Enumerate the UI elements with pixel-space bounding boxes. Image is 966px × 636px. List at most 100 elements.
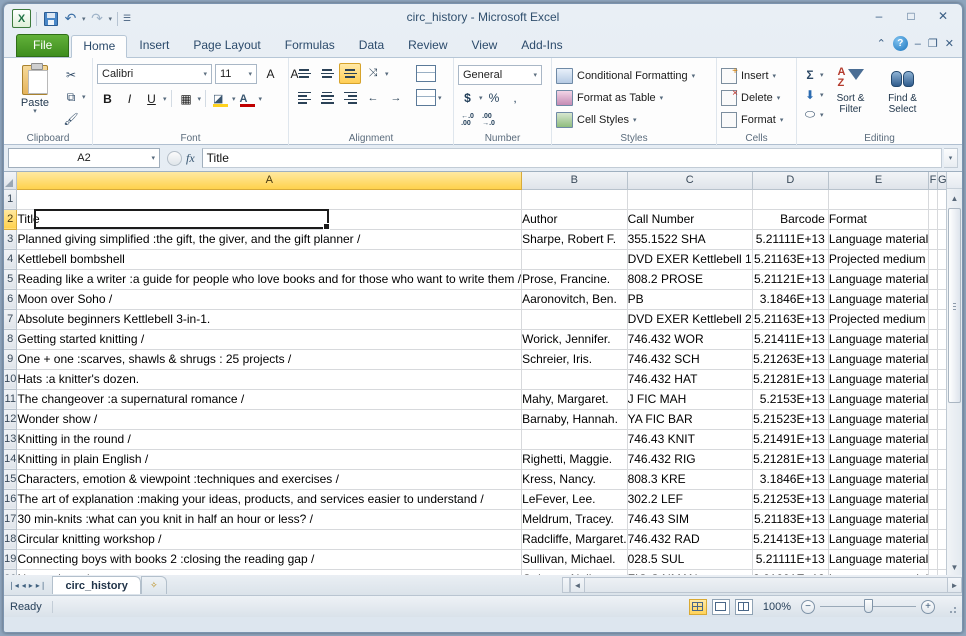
row-header-1[interactable]: 1 [4, 189, 18, 210]
currency-caret-icon[interactable]: ▾ [479, 94, 483, 102]
cell-E12[interactable]: Language material [828, 409, 930, 430]
cell-F11[interactable] [928, 389, 938, 410]
row-header-10[interactable]: 10 [4, 369, 18, 390]
cell-D14[interactable]: 5.21281E+13 [752, 449, 829, 470]
close-button[interactable]: ✕ [932, 8, 954, 24]
row-header-7[interactable]: 7 [4, 309, 18, 330]
insert-function-icon[interactable]: fx [186, 151, 195, 166]
tab-insert[interactable]: Insert [127, 34, 181, 57]
row-header-16[interactable]: 16 [4, 489, 18, 510]
grow-font-icon[interactable]: A [260, 63, 281, 84]
cell-C1[interactable] [627, 189, 753, 210]
cell-B11[interactable]: Mahy, Margaret. [521, 389, 628, 410]
cell-B2[interactable]: Author [521, 209, 628, 230]
paste-caret-icon[interactable]: ▾ [33, 108, 37, 115]
prev-sheet-icon[interactable]: ◂ [22, 581, 26, 590]
cell-A3[interactable]: Planned giving simplified :the gift, the… [16, 229, 523, 250]
cell-E5[interactable]: Language material [828, 269, 930, 290]
column-header-f[interactable]: F [928, 172, 938, 190]
cell-A13[interactable]: Knitting in the round / [16, 429, 523, 450]
underline-caret-icon[interactable]: ▾ [163, 95, 167, 103]
cell-B12[interactable]: Barnaby, Hannah. [521, 409, 628, 430]
cell-B3[interactable]: Sharpe, Robert F. [521, 229, 628, 250]
clear-icon[interactable]: ⬭ [801, 106, 819, 124]
cell-A19[interactable]: Connecting boys with books 2 :closing th… [16, 549, 523, 570]
zoom-level[interactable]: 100% [758, 601, 796, 613]
cell-C7[interactable]: DVD EXER Kettlebell 2 [627, 309, 753, 330]
cell-C3[interactable]: 355.1522 SHA [627, 229, 753, 250]
autosum-icon[interactable]: Σ [801, 66, 819, 84]
cell-D9[interactable]: 5.21263E+13 [752, 349, 829, 370]
row-header-8[interactable]: 8 [4, 329, 18, 350]
first-sheet-icon[interactable]: ❘◂ [8, 581, 19, 590]
increase-decimal-icon[interactable]: ←.0.00 [458, 110, 477, 129]
row-header-19[interactable]: 19 [4, 549, 18, 570]
autosum-caret-icon[interactable]: ▾ [820, 71, 824, 79]
cell-D11[interactable]: 5.2153E+13 [752, 389, 829, 410]
cell-E13[interactable]: Language material [828, 429, 930, 450]
cell-B4[interactable] [521, 249, 628, 270]
cell-E1[interactable] [828, 189, 930, 210]
row-header-18[interactable]: 18 [4, 529, 18, 550]
cell-D4[interactable]: 5.21163E+13 [752, 249, 829, 270]
cell-A4[interactable]: Kettlebell bombshell [16, 249, 523, 270]
cell-A14[interactable]: Knitting in plain English / [16, 449, 523, 470]
zoom-in-icon[interactable]: + [921, 599, 935, 614]
font-name-combo[interactable]: Calibri ▾ [97, 63, 212, 84]
insert-worksheet-icon[interactable]: ✧ [140, 576, 167, 594]
zoom-out-icon[interactable]: − [801, 599, 815, 614]
cell-B15[interactable]: Kress, Nancy. [521, 469, 628, 490]
next-sheet-icon[interactable]: ▸ [29, 581, 33, 590]
font-color-caret-icon[interactable]: ▾ [259, 95, 263, 103]
last-sheet-icon[interactable]: ▸❘ [36, 581, 47, 590]
cell-B8[interactable]: Worick, Jennifer. [521, 329, 628, 350]
cell-F19[interactable] [928, 549, 938, 570]
orientation-caret-icon[interactable]: ▾ [385, 70, 389, 78]
cell-C18[interactable]: 746.432 RAD [627, 529, 753, 550]
decrease-indent-icon[interactable]: ← [362, 87, 384, 108]
row-header-13[interactable]: 13 [4, 429, 18, 450]
vertical-scroll-thumb[interactable] [948, 208, 961, 403]
font-name-caret-icon[interactable]: ▾ [201, 70, 209, 78]
delete-cells-button[interactable]: Delete ▾ [721, 87, 783, 108]
cell-E18[interactable]: Language material [828, 529, 930, 550]
horizontal-scroll-track[interactable] [585, 577, 947, 593]
delete-caret-icon[interactable]: ▾ [777, 94, 781, 102]
cell-A15[interactable]: Characters, emotion & viewpoint :techniq… [16, 469, 523, 490]
cell-F12[interactable] [928, 409, 938, 430]
cell-E9[interactable]: Language material [828, 349, 930, 370]
cell-E19[interactable]: Language material [828, 549, 930, 570]
copy-icon[interactable]: ⧉ [62, 88, 80, 106]
cell-D10[interactable]: 5.21281E+13 [752, 369, 829, 390]
row-header-3[interactable]: 3 [4, 229, 18, 250]
cell-D7[interactable]: 5.21163E+13 [752, 309, 829, 330]
cell-D13[interactable]: 5.21491E+13 [752, 429, 829, 450]
doc-close-button[interactable]: ✕ [945, 37, 954, 50]
merge-center-icon[interactable] [415, 87, 437, 108]
cell-E6[interactable]: Language material [828, 289, 930, 310]
fill-color-icon[interactable]: ◪ [210, 88, 231, 109]
cell-A10[interactable]: Hats :a knitter's dozen. [16, 369, 523, 390]
copy-caret-icon[interactable]: ▾ [82, 93, 86, 101]
tab-data[interactable]: Data [347, 34, 396, 57]
percent-icon[interactable]: % [485, 88, 504, 107]
cell-E11[interactable]: Language material [828, 389, 930, 410]
cell-C6[interactable]: PB [627, 289, 753, 310]
tab-home[interactable]: Home [71, 35, 128, 58]
name-box[interactable]: A2 ▾ [8, 148, 160, 168]
split-box[interactable] [947, 172, 962, 189]
tab-page-layout[interactable]: Page Layout [181, 34, 272, 57]
column-header-b[interactable]: B [521, 172, 628, 190]
format-caret-icon[interactable]: ▾ [780, 116, 784, 124]
row-header-2[interactable]: 2 [4, 209, 18, 230]
cell-C10[interactable]: 746.432 HAT [627, 369, 753, 390]
italic-button[interactable]: I [119, 88, 140, 109]
cell-styles-button[interactable]: Cell Styles ▾ [556, 109, 695, 130]
cell-C17[interactable]: 746.43 SIM [627, 509, 753, 530]
cell-D18[interactable]: 5.21413E+13 [752, 529, 829, 550]
select-all-corner[interactable] [4, 172, 18, 190]
cell-F13[interactable] [928, 429, 938, 450]
increase-indent-icon[interactable]: → [385, 87, 407, 108]
cell-F9[interactable] [928, 349, 938, 370]
cell-A16[interactable]: The art of explanation :making your idea… [16, 489, 523, 510]
